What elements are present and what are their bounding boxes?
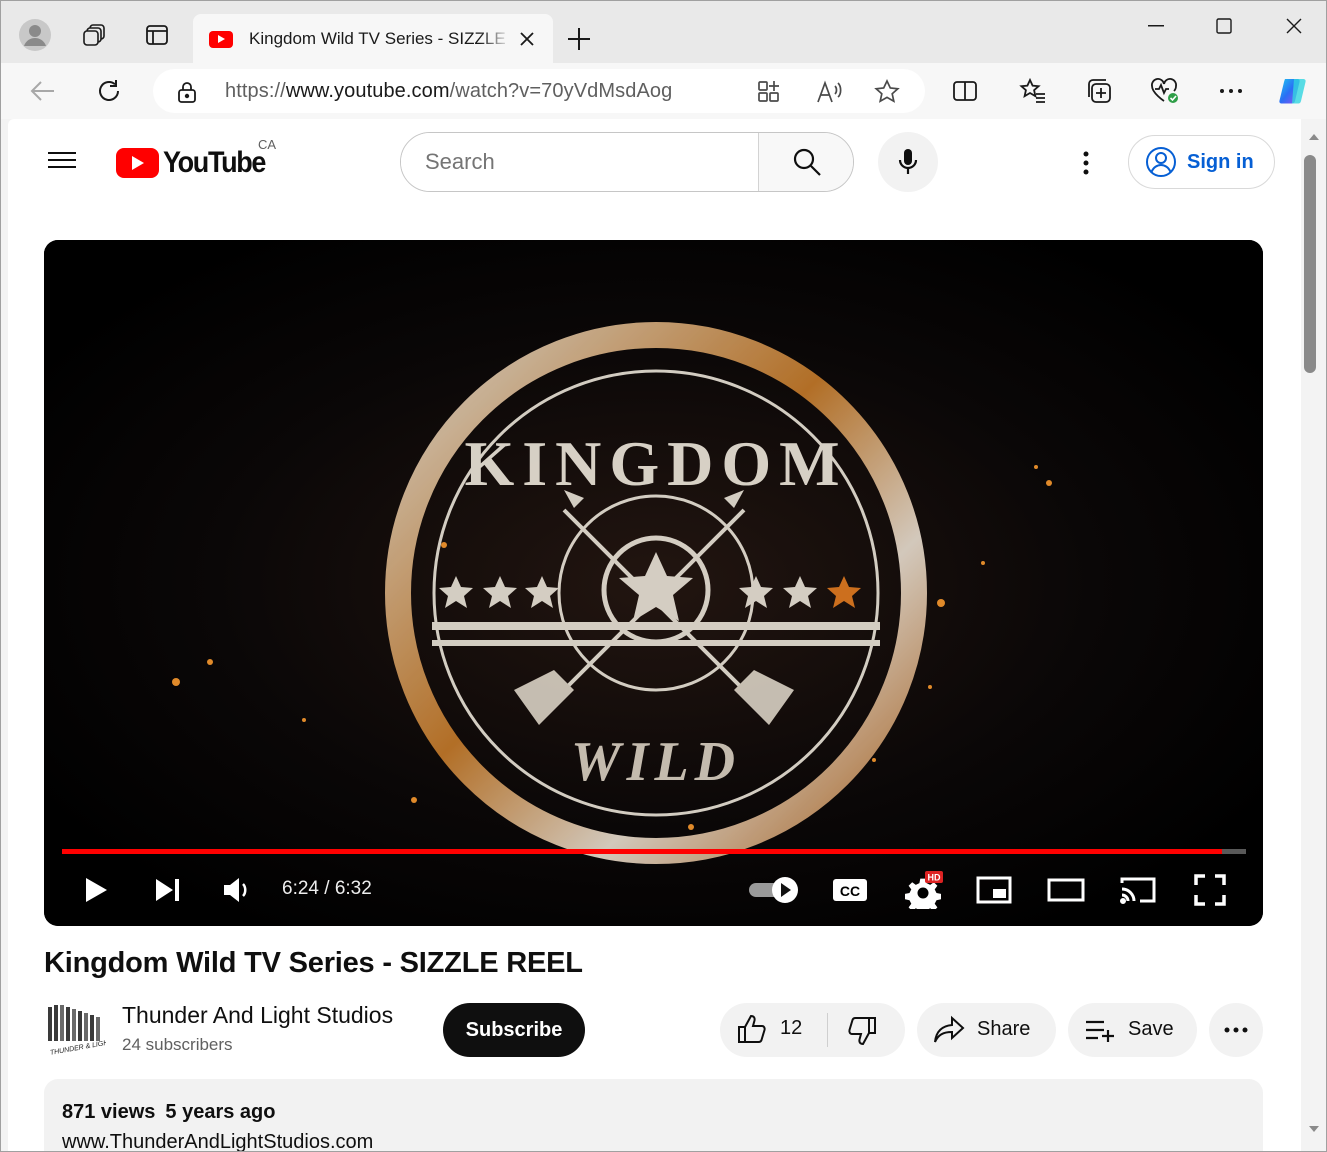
svg-text:CC: CC [840,883,860,899]
tab-actions-icon[interactable] [139,17,175,53]
overlay-text-kingdom: KINGDOM [464,428,847,499]
save-label: Save [1128,1018,1174,1040]
refresh-icon[interactable] [91,73,127,109]
minimize-icon[interactable] [1133,9,1179,43]
favorites-icon[interactable] [1015,73,1051,109]
tab-strip: Kingdom Wild TV Series - SIZZLE REEL [1,1,1326,64]
upload-age: 5 years ago [165,1101,276,1123]
settings-icon[interactable]: HD [902,868,946,912]
search-input[interactable] [401,133,758,191]
save-playlist-icon [1084,1016,1116,1049]
more-icon[interactable] [1213,73,1249,109]
voice-search-button[interactable] [878,132,938,192]
theater-icon[interactable] [1046,868,1086,912]
copilot-icon[interactable] [1275,73,1311,109]
close-window-icon[interactable] [1271,9,1317,43]
video-player[interactable]: KINGDOM WILD 6:24 / 6:32 CC HD [44,240,1263,926]
sign-in-button[interactable]: Sign in [1128,135,1275,189]
account-icon [1146,147,1176,177]
cast-icon[interactable] [1118,868,1158,912]
share-button[interactable]: Share [917,1003,1056,1057]
profile-icon[interactable] [17,17,53,53]
lock-icon[interactable] [177,81,197,108]
like-dislike-group: 12 [720,1003,905,1057]
youtube-favicon [209,30,233,48]
scroll-down-arrow[interactable] [1309,1126,1319,1132]
page-viewport: YouTube CA Sign in [8,119,1301,1151]
scroll-up-arrow[interactable] [1309,134,1319,140]
volume-icon[interactable] [218,868,258,912]
miniplayer-icon[interactable] [974,868,1014,912]
more-actions-icon[interactable] [1209,1003,1263,1057]
play-icon[interactable] [78,868,114,912]
address-toolbar: https://www.youtube.com/watch?v=70yVdMsd… [1,63,1326,119]
youtube-logo[interactable]: YouTube CA [116,137,276,179]
channel-avatar[interactable]: THUNDER & LIGHT STUDIOS [42,999,146,1059]
split-screen-icon[interactable] [947,73,983,109]
hd-badge: HD [928,873,941,883]
logo-text: YouTube [163,146,266,179]
progress-bar[interactable] [62,849,1246,854]
address-bar[interactable]: https://www.youtube.com/watch?v=70yVdMsd… [153,69,925,113]
save-button[interactable]: Save [1068,1003,1197,1057]
view-meta: 871 views 5 years ago [62,1101,286,1124]
scroll-thumb[interactable] [1304,155,1316,373]
new-tab-icon[interactable] [561,21,597,57]
tab-active[interactable]: Kingdom Wild TV Series - SIZZLE REEL [193,14,553,64]
search-icon [793,148,821,176]
maximize-icon[interactable] [1201,9,1247,43]
tab-title: Kingdom Wild TV Series - SIZZLE REEL [249,29,511,48]
url-text[interactable]: https://www.youtube.com/watch?v=70yVdMsd… [225,80,672,103]
description-link[interactable]: www.ThunderAndLightStudios.com [62,1131,373,1151]
back-icon[interactable] [25,73,61,109]
next-icon[interactable] [150,868,186,912]
captions-icon[interactable]: CC [830,868,870,912]
collections-icon[interactable] [1081,73,1117,109]
video-title: Kingdom Wild TV Series - SIZZLE REEL [44,947,583,979]
search-box [400,132,854,192]
thumbs-down-icon[interactable] [846,1015,878,1052]
kebab-icon[interactable] [1068,145,1104,181]
subscribe-button[interactable]: Subscribe [443,1003,585,1057]
fullscreen-icon[interactable] [1190,868,1230,912]
thumbs-up-icon[interactable] [736,1013,768,1050]
time-display: 6:24 / 6:32 [282,878,372,899]
health-icon[interactable] [1147,73,1183,109]
youtube-play-logo-icon [116,148,159,178]
sign-in-label: Sign in [1187,150,1254,173]
share-icon [933,1015,965,1050]
view-count: 871 views [62,1101,156,1123]
video-frame: KINGDOM WILD [44,240,1263,926]
share-label: Share [977,1018,1031,1040]
browser-window: Kingdom Wild TV Series - SIZZLE REEL [0,0,1327,1152]
hamburger-icon[interactable] [44,147,80,177]
read-aloud-icon[interactable] [815,78,843,106]
like-separator [827,1013,828,1047]
description-box[interactable]: 871 views 5 years ago www.ThunderAndLight… [44,1079,1263,1151]
mic-icon [898,149,918,174]
page-scrollbar[interactable] [1301,119,1326,1151]
progress-bar-fill [62,849,1223,854]
channel-name[interactable]: Thunder And Light Studios [122,1002,393,1029]
workspaces-icon[interactable] [77,17,113,53]
favorite-star-icon[interactable] [873,78,901,106]
overlay-text-wild: WILD [571,731,741,793]
autoplay-toggle-icon[interactable] [744,868,804,912]
close-tab-icon[interactable] [515,27,539,51]
subscriber-count: 24 subscribers [122,1035,233,1054]
like-count[interactable]: 12 [780,1017,802,1040]
country-code: CA [258,137,277,152]
apps-icon[interactable] [755,78,783,106]
search-button[interactable] [758,133,853,191]
